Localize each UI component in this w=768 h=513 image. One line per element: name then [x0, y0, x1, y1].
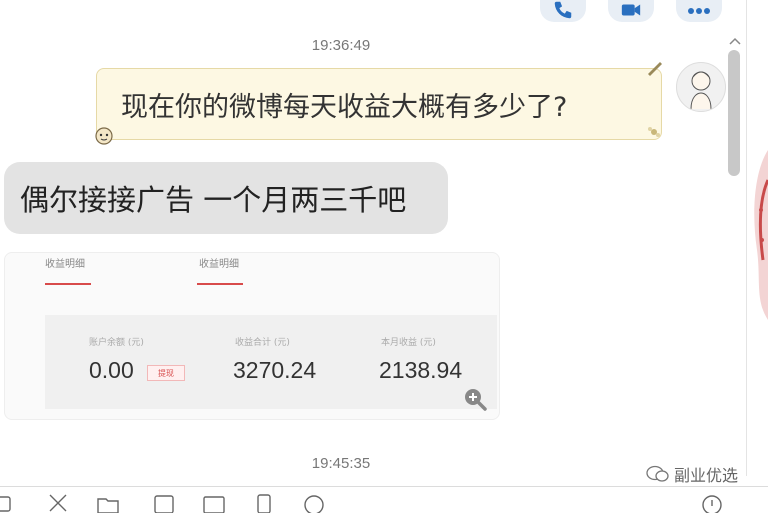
watermark: 副业优选 [646, 462, 738, 486]
scrollbar-thumb[interactable] [728, 50, 740, 176]
message-timestamp: 19:45:35 [311, 455, 371, 472]
stat-label-total: 收益合计 (元) [235, 338, 290, 348]
video-camera-icon [621, 4, 641, 16]
message-text: 现在你的微博每天收益大概有多少了? [121, 91, 568, 123]
screen-share-icon[interactable] [152, 493, 176, 513]
voice-call-button[interactable] [540, 0, 586, 22]
input-toolbar [0, 486, 768, 513]
watermark-text: 副业优选 [674, 466, 739, 485]
folder-icon[interactable] [96, 493, 120, 513]
message-timestamp: 19:36:49 [311, 37, 371, 54]
zoom-in-icon[interactable] [462, 386, 488, 412]
more-dots-icon [688, 8, 710, 14]
image-icon[interactable] [202, 493, 226, 513]
tab-underline [45, 283, 91, 285]
withdraw-button: 提现 [147, 365, 185, 381]
emoji-icon[interactable] [0, 493, 14, 513]
stat-label-balance: 账户余额 (元) [89, 338, 144, 348]
tab-income-details-2: 收益明细 [199, 259, 239, 270]
scroll-up-arrow-icon[interactable] [728, 36, 742, 46]
bubble-flower-decoration-icon [648, 127, 660, 137]
incoming-message-bubble[interactable]: 偶尔接接广告 一个月两三千吧 [4, 162, 448, 234]
stat-value-balance: 0.00 [89, 357, 134, 383]
video-call-button[interactable] [608, 0, 654, 22]
stat-value-month: 2138.94 [379, 357, 463, 383]
bubble-cartoon-decoration-icon [95, 127, 113, 145]
tab-underline [197, 283, 243, 285]
image-message[interactable]: 收益明细 收益明细 账户余额 (元) 0.00 提现 收益合计 (元) 3270… [4, 252, 500, 420]
bubble-pen-decoration-icon [648, 62, 662, 76]
phone-icon [554, 1, 572, 19]
income-stats-panel: 账户余额 (元) 0.00 提现 收益合计 (元) 3270.24 本月收益 (… [45, 315, 497, 409]
tab-income-details: 收益明细 [45, 259, 85, 270]
wechat-icon [646, 465, 669, 482]
history-clock-icon[interactable] [700, 493, 724, 513]
message-bubble-icon[interactable] [302, 493, 326, 513]
screenshot-scissors-icon[interactable] [46, 493, 70, 513]
stat-label-month: 本月收益 (元) [381, 338, 436, 348]
avatar[interactable] [676, 62, 726, 112]
mobile-icon[interactable] [252, 493, 276, 513]
more-options-button[interactable] [676, 0, 722, 22]
outgoing-message-bubble[interactable]: 现在你的微博每天收益大概有多少了? [96, 68, 662, 140]
message-text: 偶尔接接广告 一个月两三千吧 [20, 183, 407, 217]
stat-value-total: 3270.24 [233, 357, 317, 383]
side-illustration [754, 150, 768, 320]
cartoon-avatar-icon [690, 71, 712, 110]
